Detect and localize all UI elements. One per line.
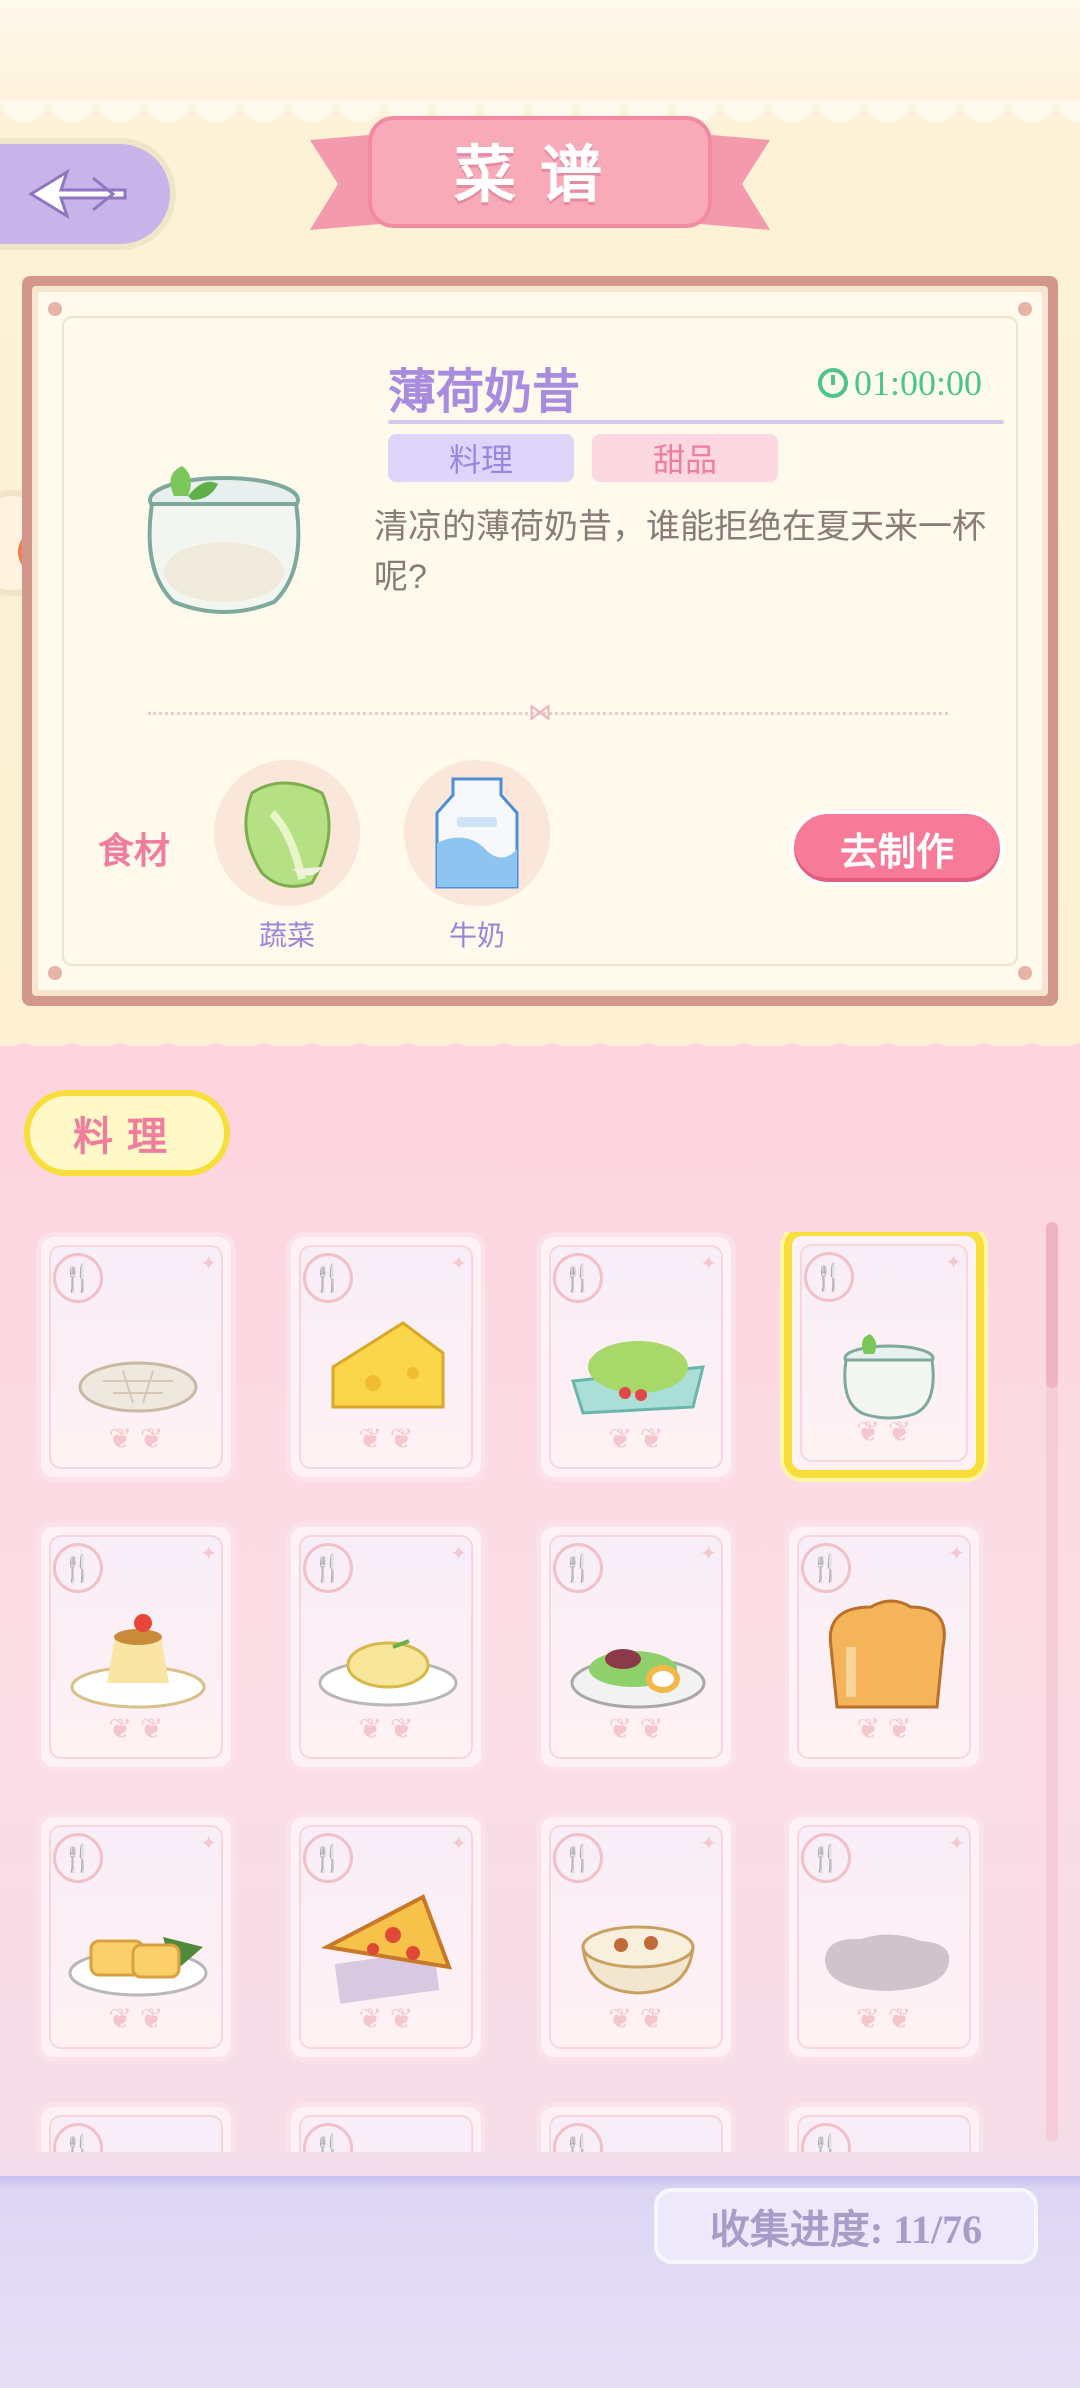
utensils-icon: 🍴 [53, 1543, 103, 1593]
ingredient-vegetable[interactable]: 蔬菜 [214, 760, 360, 954]
tag-cooking: 料理 [388, 434, 574, 482]
cheesecake-icon [318, 1639, 458, 1707]
back-arrow-icon [28, 168, 127, 220]
bread-loaf-icon [828, 1599, 946, 1709]
clock-icon [818, 368, 848, 398]
utensils-icon: 🍴 [303, 1543, 353, 1593]
ingredients-label: 食材 [98, 830, 171, 871]
utensils-icon: 🍴 [801, 1543, 851, 1593]
recipe-tile[interactable]: 🍴 ✦ ❦ ❦ [286, 1232, 486, 1482]
collection-progress: 收集进度: 11/76 [654, 2188, 1038, 2264]
unknown-dish-silhouette-icon [825, 1934, 950, 1991]
title-ribbon: 菜谱 [310, 104, 770, 244]
recipe-tile[interactable]: 🍴 ✦ ❦ ❦ [536, 1812, 736, 2062]
recipe-tile[interactable]: 🍴 ✦ ❦ ❦ [784, 1522, 984, 1772]
soup-bowl-icon [581, 1925, 695, 1995]
tab-cooking[interactable]: 料理 [24, 1090, 230, 1176]
mint-milkshake-icon [843, 1334, 935, 1420]
utensils-icon: 🍴 [53, 1253, 103, 1303]
meat-salad-icon [570, 1649, 706, 1709]
cook-timer: 01:00:00 [818, 362, 982, 404]
utensils-icon: 🍴 [553, 1543, 603, 1593]
utensils-icon: 🍴 [553, 1833, 603, 1883]
cheese-icon [331, 1321, 445, 1409]
recipe-name: 薄荷奶昔 [388, 366, 581, 419]
make-button[interactable]: 去制作 [790, 810, 1004, 886]
recipe-tile[interactable]: 🍴 ✦ ❦ ❦ [286, 1522, 486, 1772]
pudding-icon [70, 1614, 206, 1709]
milk-carton-icon [435, 777, 519, 889]
recipe-description: 清凉的薄荷奶昔，谁能拒绝在夏天来一杯呢? [374, 508, 986, 596]
recipe-tile[interactable]: 🍴 [36, 2102, 236, 2152]
recipe-tile[interactable]: 🍴 ✦ ❦ ❦ [536, 1232, 736, 1482]
ingredient-milk[interactable]: 牛奶 [404, 760, 550, 954]
recipe-tile[interactable]: 🍴 ✦ ❦ ❦ [536, 1522, 736, 1772]
utensils-icon: 🍴 [801, 1833, 851, 1883]
recipe-tile[interactable]: 🍴 ✦ ❦ ❦ [36, 1812, 236, 2062]
recipe-tile[interactable]: 🍴 [784, 2102, 984, 2152]
utensils-icon: 🍴 [303, 1253, 353, 1303]
name-underline [388, 420, 1004, 424]
timer-value: 01:00:00 [854, 363, 983, 403]
recipe-tile-locked[interactable]: 🍴 ✦ ❦ ❦ [784, 1812, 984, 2062]
tag-dessert: 甜品 [592, 434, 778, 482]
pizza-slice-icon [320, 1894, 453, 2004]
back-button[interactable] [0, 138, 176, 250]
recipe-detail-card: 薄荷奶昔 01:00:00 料理 甜品 清凉的薄荷奶昔，谁能拒绝在夏天来一杯呢?… [22, 276, 1058, 1006]
ingredient-name: 蔬菜 [258, 920, 315, 951]
utensils-icon: 🍴 [53, 1833, 103, 1883]
cabbage-icon [244, 781, 331, 888]
recipe-tile[interactable]: 🍴 [286, 2102, 486, 2152]
recipe-tile[interactable]: 🍴 [536, 2102, 736, 2152]
bow-icon: ⋈ [528, 699, 552, 726]
salad-icon [571, 1341, 705, 1415]
flatbread-icon [78, 1361, 198, 1413]
mint-milkshake-image [147, 466, 301, 614]
recipe-tile[interactable]: 🍴 ✦ ❦ ❦ [36, 1232, 236, 1482]
recipe-tile[interactable]: 🍴 ✦ ❦ ❦ [36, 1522, 236, 1772]
ingredient-name: 牛奶 [448, 920, 505, 951]
recipe-tile-selected[interactable]: 🍴 ✦ ❦ ❦ [784, 1232, 984, 1478]
grid-scrollbar-thumb[interactable] [1046, 1222, 1058, 1388]
egg-roll-icon [68, 1937, 208, 1997]
bottom-scallop-trim [0, 1036, 1080, 1066]
recipe-grid: 🍴 ✦ ❦ ❦ 🍴 ✦ ❦ ❦ 🍴 ✦ ❦ ❦ 🍴 ✦ ❦ ❦ 🍴 ✦ ❦ ❦ 🍴 ✦ ❦ … [36, 1232, 1006, 2152]
utensils-icon: 🍴 [553, 1253, 603, 1303]
utensils-icon: 🍴 [804, 1252, 854, 1302]
recipe-tile[interactable]: 🍴 ✦ ❦ ❦ [286, 1812, 486, 2062]
utensils-icon: 🍴 [303, 1833, 353, 1883]
page-title: 菜谱 [453, 141, 626, 210]
